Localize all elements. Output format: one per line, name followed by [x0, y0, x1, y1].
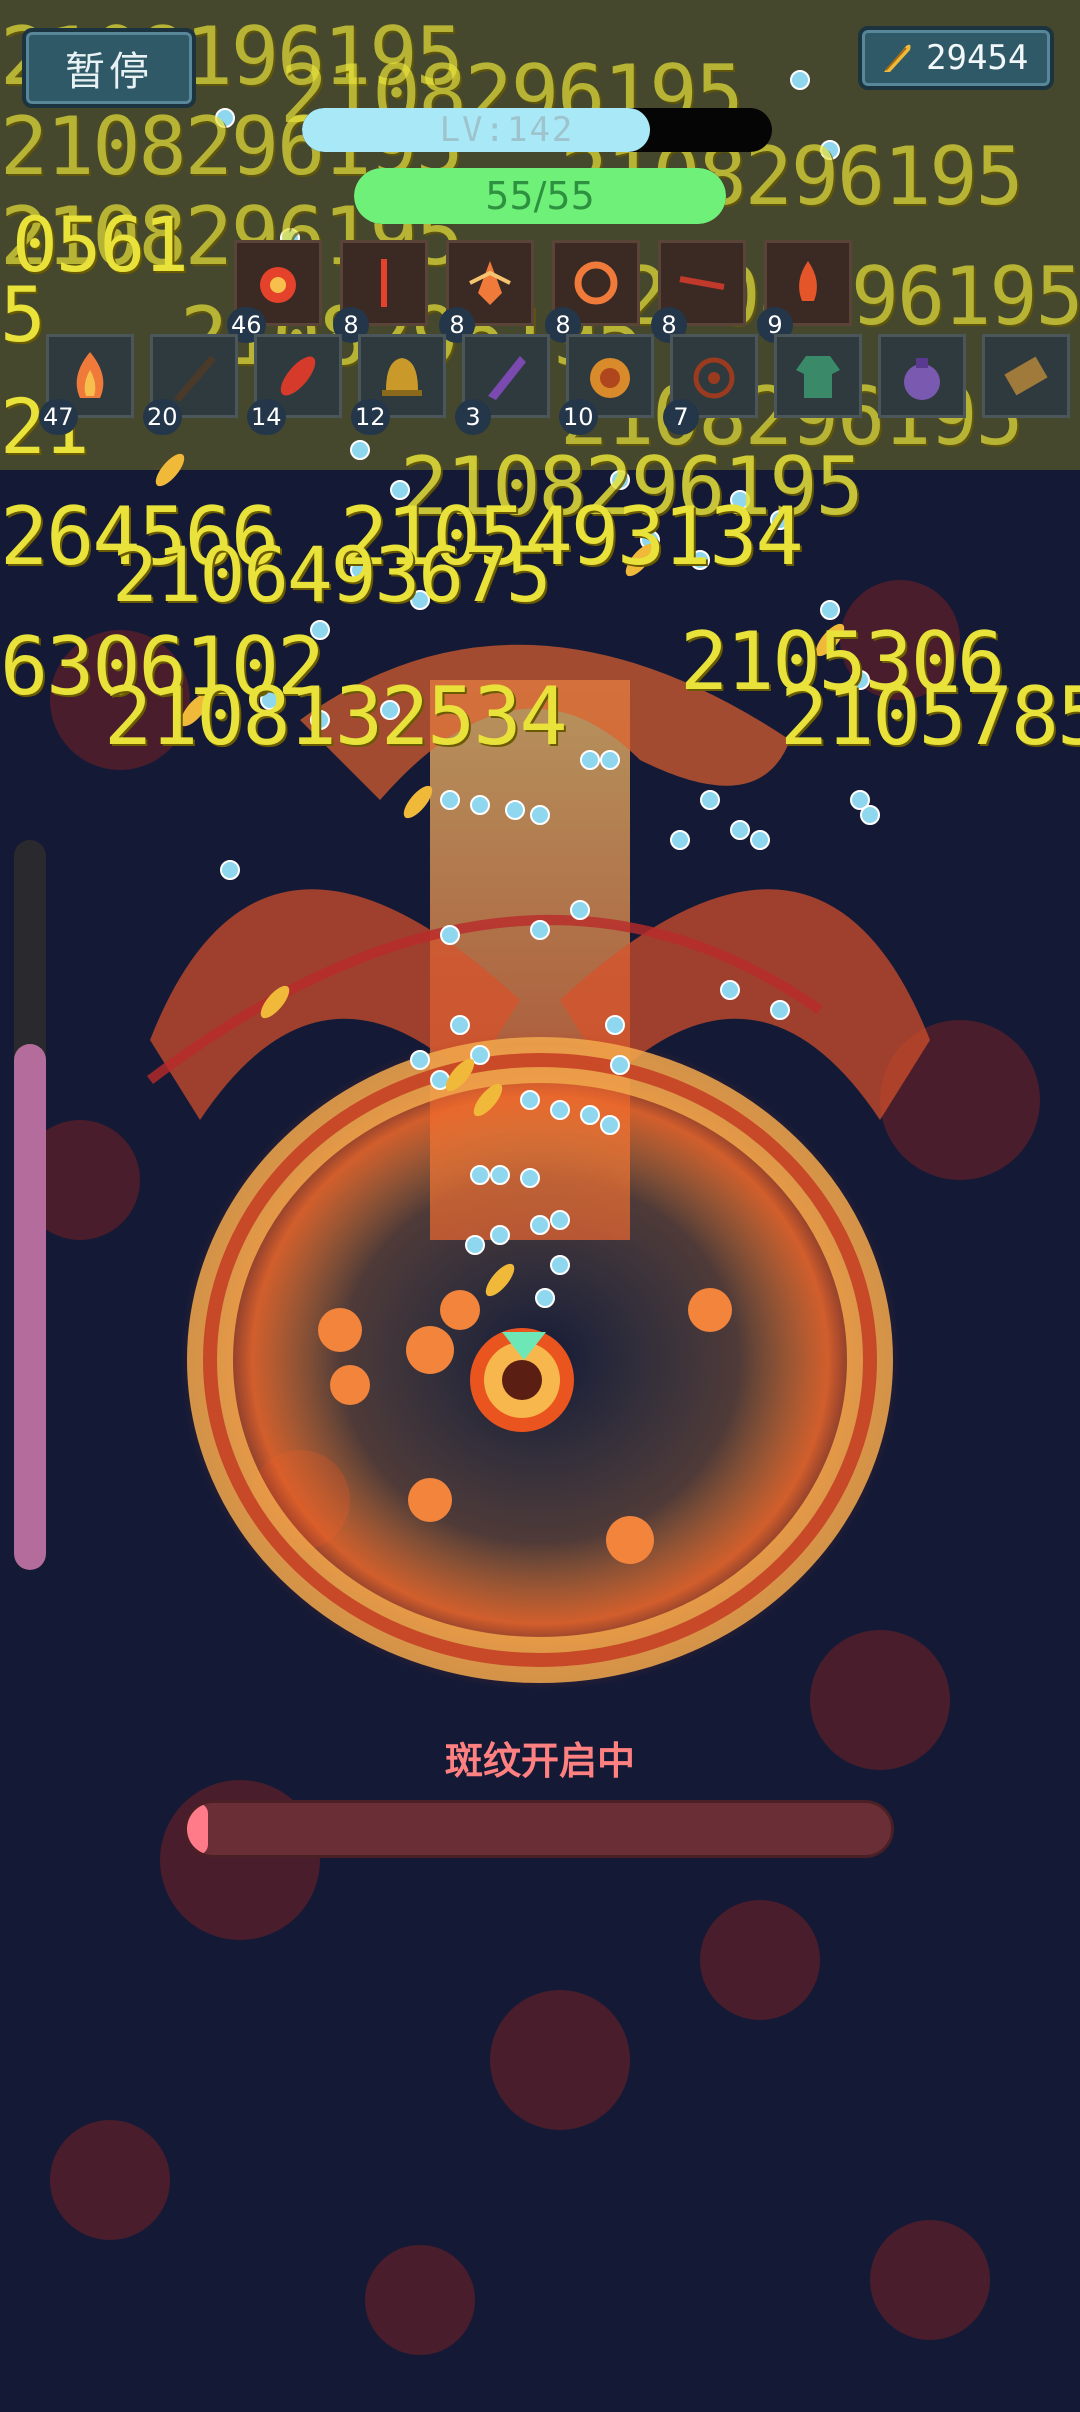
- status-text: 斑纹开启中: [444, 1739, 635, 1783]
- special-gauge-fill: [14, 1044, 46, 1570]
- fire-ring-icon: [574, 261, 618, 305]
- item-slot-dagger[interactable]: 20: [143, 334, 238, 435]
- player-direction-marker: [502, 1332, 546, 1360]
- item-level: 3: [455, 399, 491, 435]
- skill-slot-fire-ring[interactable]: 8: [545, 240, 640, 343]
- item-slot-purple-crystal[interactable]: 3: [455, 334, 550, 435]
- status-progress-fill: [187, 1803, 209, 1855]
- health-bar: 55/55: [354, 168, 726, 224]
- skill-slot-red-blade[interactable]: 8: [333, 240, 428, 343]
- bell-icon: [382, 358, 422, 396]
- fire-burst-icon: [260, 267, 296, 303]
- flame-icon: [76, 352, 104, 398]
- item-slot-purple-pouch[interactable]: [878, 334, 966, 418]
- scroll-icon: [1004, 356, 1048, 396]
- item-level: 20: [143, 399, 182, 435]
- skill-slot-fire-slash[interactable]: 8: [651, 240, 746, 343]
- purple-crystal-icon: [488, 356, 526, 400]
- item-slot-bell[interactable]: 12: [351, 334, 446, 435]
- item-level: 7: [663, 399, 699, 435]
- damage-number: 2106493675: [112, 530, 552, 619]
- status-progress-bar: [184, 1800, 894, 1858]
- game-stage[interactable]: 2108196195 2108296195 2108296195 2108296…: [0, 0, 1080, 2412]
- green-robe-icon: [796, 356, 840, 398]
- item-slot-gold-medal[interactable]: 10: [559, 334, 654, 435]
- item-level: 12: [351, 399, 390, 435]
- item-slot-red-feather[interactable]: 14: [247, 334, 342, 435]
- item-slot-flame[interactable]: 47: [39, 334, 134, 435]
- item-level: 47: [39, 399, 78, 435]
- item-slots: 47 20 14 12 3 10 7: [39, 334, 1070, 435]
- phoenix-fire-effect: [146, 644, 930, 1690]
- feather-icon: [884, 44, 911, 72]
- fire-slash-icon: [679, 276, 725, 290]
- damage-number: 5: [0, 270, 46, 359]
- experience-bar: LV:142: [302, 108, 772, 152]
- skill-slot-fire-burst[interactable]: 46: [227, 240, 322, 343]
- skill-slot-flame-pillar[interactable]: 9: [757, 240, 852, 343]
- item-slot-scroll[interactable]: [982, 334, 1070, 418]
- pause-button-label: 暂停: [65, 49, 153, 95]
- level-text: LV:142: [439, 110, 575, 150]
- health-text: 55/55: [485, 174, 595, 218]
- red-blade-icon: [381, 259, 387, 307]
- item-slot-talisman[interactable]: 7: [663, 334, 758, 435]
- damage-number: 2105785: [780, 670, 1080, 763]
- item-slot-green-robe[interactable]: [774, 334, 862, 418]
- phoenix-flame-icon: [469, 261, 511, 305]
- damage-number: 2108132534: [104, 670, 568, 763]
- talisman-icon: [693, 357, 735, 399]
- pause-button[interactable]: 暂停: [22, 28, 196, 108]
- skill-slots: 46 8 8 8 8 9: [227, 240, 852, 343]
- gold-medal-icon: [590, 358, 630, 398]
- special-gauge: [14, 840, 46, 1570]
- feather-currency-counter: 29454: [858, 26, 1054, 90]
- feather-amount: 29454: [926, 38, 1029, 78]
- red-feather-icon: [280, 356, 316, 396]
- dagger-icon: [174, 356, 216, 402]
- skill-slot-phoenix-flame[interactable]: 8: [439, 240, 534, 343]
- item-level: 10: [559, 399, 598, 435]
- purple-pouch-icon: [904, 358, 940, 400]
- flame-pillar-icon: [799, 261, 817, 301]
- item-level: 14: [247, 399, 286, 435]
